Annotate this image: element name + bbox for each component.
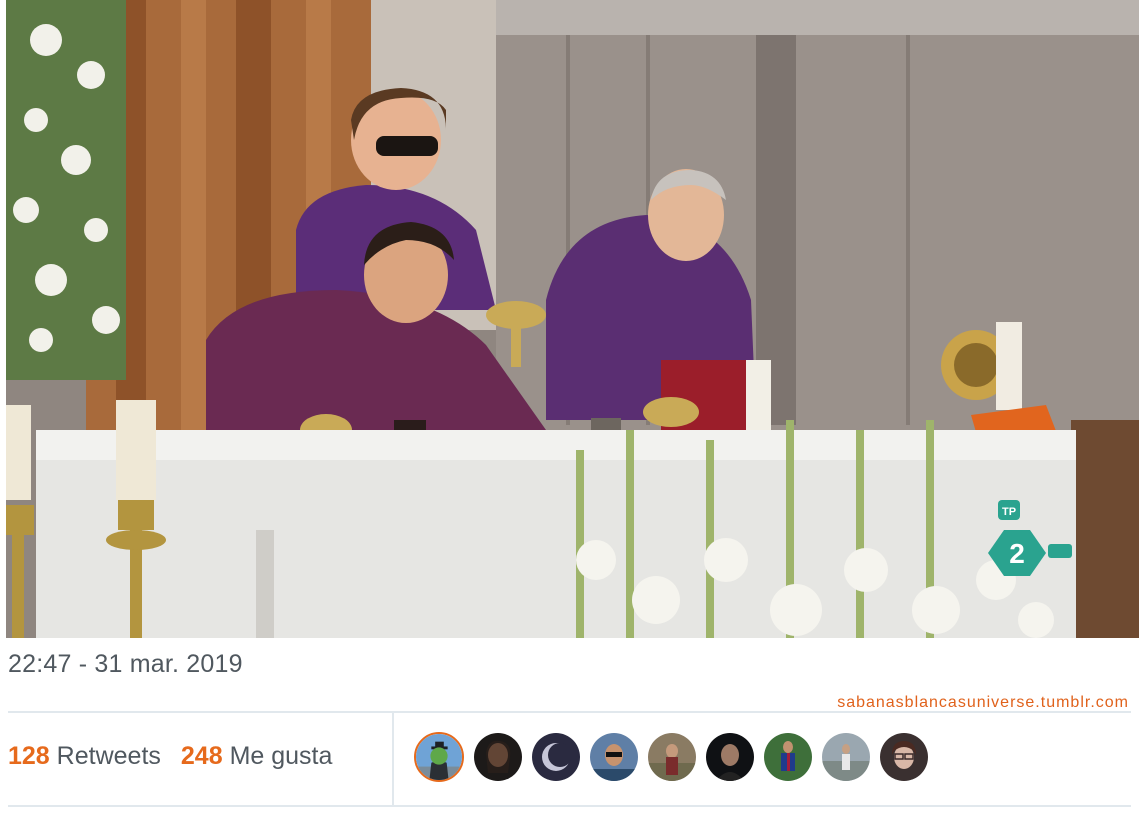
avatar-3[interactable] [532,733,580,781]
retweets-stat[interactable]: 128 Retweets [8,742,161,770]
apple-face-painting-icon [416,734,462,780]
football-player-icon [764,733,812,781]
avatar-8[interactable] [822,733,870,781]
avatar-4[interactable] [590,733,638,781]
likes-label: Me gusta [229,742,333,770]
person-river-icon [822,733,870,781]
tweet-timestamp[interactable]: 22:47 - 31 mar. 2019 [8,650,243,679]
likes-count: 248 [180,742,223,770]
divider-vertical [392,713,394,805]
person-outdoors-icon [648,733,696,781]
divider-top [8,711,1131,713]
person-dark-icon [706,733,754,781]
retweets-count: 128 [8,742,50,770]
engagement-stats: 128 Retweets 248 Me gusta [8,742,332,771]
avatar-9[interactable] [880,733,928,781]
tumblr-watermark: sabanasblancasuniverse.tumblr.com [837,694,1129,711]
altar-scene-illustration: TP 2 [6,0,1139,638]
svg-text:TP: TP [1002,506,1016,518]
likes-stat[interactable]: 248 Me gusta [181,742,333,770]
divider-bottom [8,805,1131,807]
moon-dark-icon [532,733,580,781]
avatar-5[interactable] [648,733,696,781]
avatar-1[interactable] [414,732,464,782]
avatar-2[interactable] [474,733,522,781]
svg-text:2: 2 [1009,538,1025,569]
woman-glasses-icon [880,733,928,781]
man-sunglasses-icon [590,733,638,781]
avatar-7[interactable] [764,733,812,781]
retweets-label: Retweets [56,742,161,770]
likers-avatar-list [414,732,928,785]
woman-portrait-icon [474,733,522,781]
avatar-6[interactable] [706,733,754,781]
tweet-image[interactable]: TP 2 [6,0,1139,638]
